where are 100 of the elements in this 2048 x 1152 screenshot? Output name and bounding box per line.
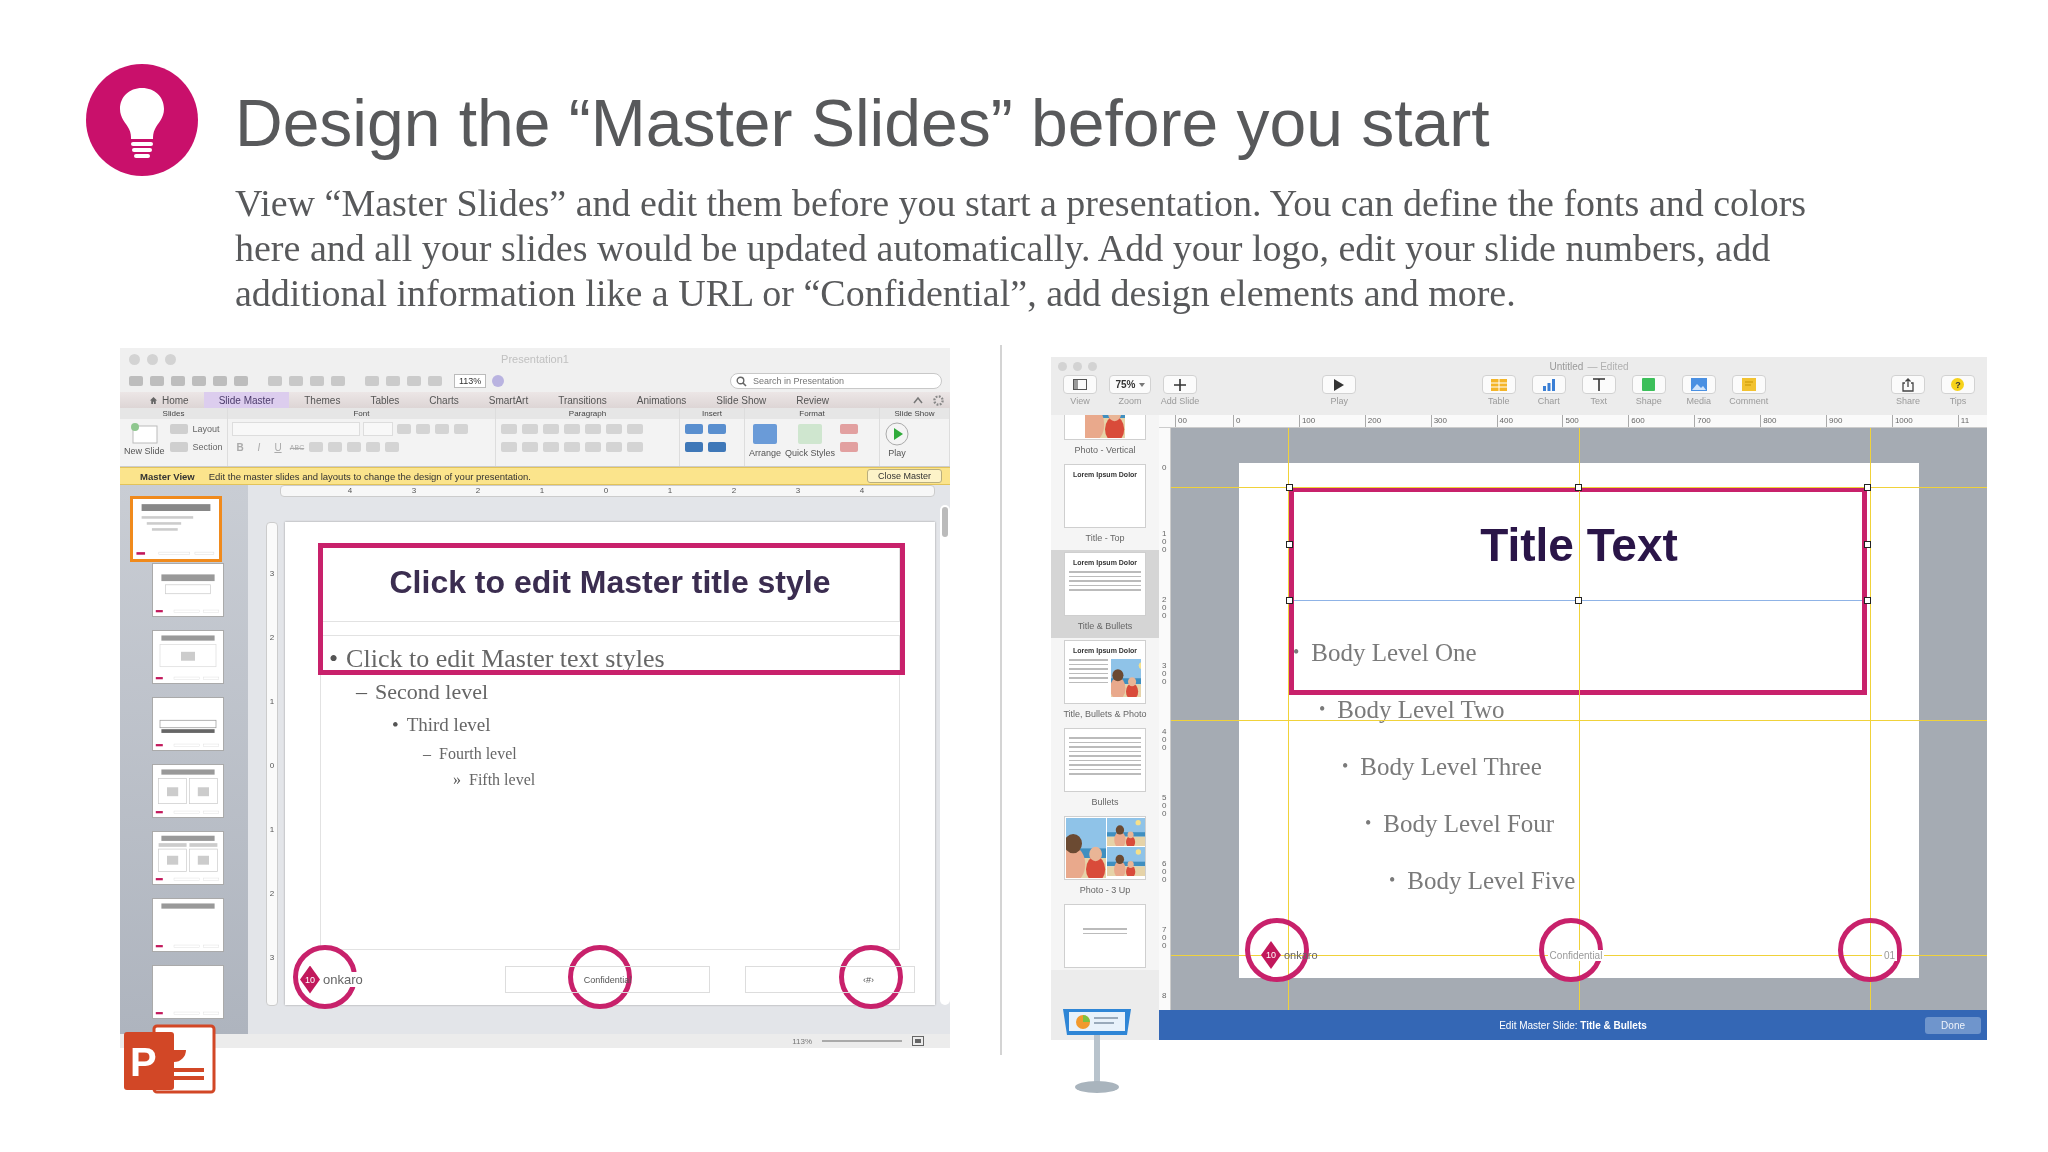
table-icon [1490,378,1507,391]
ribbon-tab[interactable]: Review [781,392,845,408]
minimize-button[interactable] [1073,361,1082,371]
slide-thumbnail[interactable] [152,563,224,617]
size-field[interactable] [363,422,393,436]
layout-name: Photo - 3 Up [1078,884,1132,896]
selection-handle[interactable] [1286,484,1293,491]
toolbar-button[interactable] [1581,375,1616,394]
minimize-button[interactable] [147,353,158,365]
layout-name: Title, Bullets & Photo [1062,708,1148,720]
zoom-button[interactable] [165,353,176,365]
body-text: Third level [406,713,491,736]
body-text: Body Level Three [1360,752,1542,781]
chart-icon [1541,378,1556,391]
ribbon-button[interactable]: Layout [168,422,223,436]
bullet: • [1293,642,1300,663]
ribbon-tab[interactable]: Tables [355,392,415,408]
slide-thumbnail[interactable] [152,697,224,751]
slide-thumbnail[interactable] [152,764,224,818]
group-label: Format [745,408,879,419]
selection-handle[interactable] [1286,597,1293,604]
ribbon-button[interactable]: Quick Styles [785,422,836,458]
highlight-circle [568,945,632,1009]
group-label: Slides [120,408,227,419]
ribbon-tab[interactable]: Themes [289,392,356,408]
close-master-button[interactable]: Close Master [867,469,942,483]
toolbar-icon[interactable] [707,422,727,436]
toolbar-button[interactable]: ? [1941,375,1975,394]
layout-thumbnail[interactable]: Photo - Vertical [1051,415,1159,462]
selection-handle[interactable] [1864,484,1871,491]
ribbon-tab[interactable]: Slide Master [203,392,290,408]
description-text: View “Master Slides” and edit them before you start a presentation. You can define the fonts and colors here and all your slides would be updated automatically. Add your logo, edit your slide numbers, add additional information like a URL or “Confidential”, add design elements and more. [235,181,1808,316]
play-icon [1334,378,1345,391]
selection-handle[interactable] [1864,597,1871,604]
zoom-menu[interactable]: 75% [1109,375,1151,394]
slide-thumbnail[interactable] [152,630,224,684]
ribbon-button[interactable]: Section [168,440,223,454]
toolbar-icon[interactable] [684,440,704,454]
scrollbar[interactable] [940,505,950,1005]
toolbar-label: Add Slide [1160,396,1200,406]
selection-handle[interactable] [1286,541,1293,548]
selection-handle[interactable] [1575,597,1582,604]
ribbon-tab[interactable]: Home [134,392,204,408]
toolbar-icon[interactable] [684,422,704,436]
group-label: Font [228,408,495,419]
quick-styles-icon[interactable] [797,422,824,446]
layout-name: Photo - Vertical [1073,444,1137,456]
ribbon-tab[interactable]: SmartArt [473,392,544,408]
layout-icon[interactable] [168,422,189,436]
toolbar-label: Table [1487,396,1510,406]
search-field[interactable]: Search in Presentation [730,373,942,389]
toolbar-button[interactable] [1163,375,1197,394]
body-text: Body Level One [1311,638,1477,667]
vertical-ruler: 0 100 200 300 400 500 600 700 8 [1159,428,1171,1010]
toolbar-button[interactable] [1322,375,1357,394]
logo-mark: 10 [1261,941,1281,969]
close-button[interactable] [129,353,140,365]
ribbon-tab[interactable]: Transitions [543,392,622,408]
ribbon-tab[interactable]: Animations [621,392,702,408]
section-icon[interactable] [168,440,189,454]
selection-handle[interactable] [1864,541,1871,548]
zoom-field[interactable]: 113% [454,374,487,388]
lightbulb-icon [86,64,198,176]
zoom-button[interactable] [1088,361,1097,371]
logo-mark: 10 [300,965,320,994]
body-placeholder[interactable]: • Click to edit Master text styles – Second level • Third level – Fourth level » Fifth level [320,635,900,950]
toolbar-icon[interactable] [839,422,860,436]
fit-icon[interactable] [912,1036,924,1046]
bullet: • [1365,813,1372,834]
slide-thumbnail[interactable] [130,496,222,562]
bullet: • [1342,756,1349,777]
toolbar-icon[interactable] [839,440,860,454]
highlight-circle [1838,918,1902,982]
toolbar-button[interactable] [1063,375,1097,394]
slide-thumbnail[interactable] [152,831,224,885]
body-text: Click to edit Master text styles [346,643,665,674]
toolbar-icon[interactable] [707,440,727,454]
close-button[interactable] [1058,361,1067,371]
ribbon-button[interactable]: Play [884,422,910,458]
collapse-icon[interactable] [913,396,923,404]
toolbar-label: Share [1895,396,1920,406]
ribbon-tab[interactable]: Slide Show [701,392,782,408]
settings-icon[interactable] [933,394,944,406]
ribbon-tab[interactable]: Charts [414,392,474,408]
mode-label: Master View [140,470,195,482]
body-text: Body Level Five [1407,866,1576,895]
slide-thumbnail[interactable] [152,898,224,952]
slide-thumbnail[interactable] [152,965,224,1019]
image-icon [1690,378,1707,391]
slide-number-placeholder[interactable]: ‹#› [745,966,915,993]
help-icon[interactable] [491,374,506,388]
layout-name: Title - Top [1084,532,1126,544]
toolbar-label: Shape [1635,396,1662,406]
toolbar-label: View [1070,396,1090,406]
font-field[interactable] [232,422,360,436]
help-icon: ? [1951,378,1965,391]
selection-handle[interactable] [1575,484,1582,491]
ribbon-button[interactable]: New Slide [124,422,165,456]
ribbon-button[interactable]: Arrange [749,422,782,458]
arrange-icon[interactable] [752,422,778,446]
